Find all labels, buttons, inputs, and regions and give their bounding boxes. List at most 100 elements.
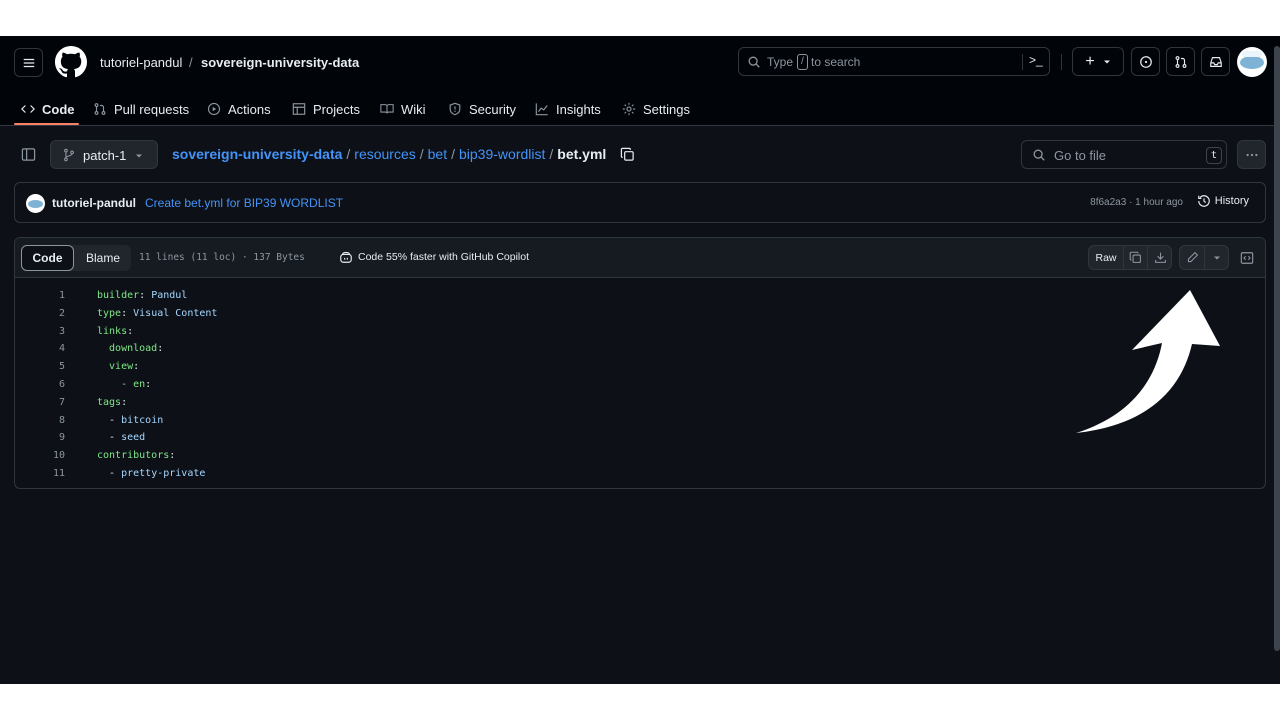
- go-to-file-shortcut: t: [1206, 147, 1223, 164]
- breadcrumb-file-name: bet.yml: [557, 146, 607, 162]
- pull-requests-button[interactable]: [1166, 47, 1195, 76]
- line-content: - bitcoin: [97, 412, 163, 430]
- search-input[interactable]: Type / to search >_: [738, 47, 1050, 76]
- search-divider: [1022, 54, 1023, 70]
- copy-icon: [1129, 251, 1141, 263]
- yaml-punctuation: :: [127, 325, 134, 337]
- yaml-key: -: [97, 432, 122, 444]
- commit-author[interactable]: tutoriel-pandul: [52, 196, 136, 210]
- header-divider: [1061, 54, 1062, 70]
- tab-wiki-label: Wiki: [401, 101, 426, 117]
- graph-icon: [535, 103, 548, 116]
- tab-code-view[interactable]: Code: [21, 245, 74, 271]
- raw-button[interactable]: Raw: [1089, 246, 1124, 269]
- line-number[interactable]: 3: [15, 323, 65, 341]
- breadcrumb-repo[interactable]: sovereign-university-data: [172, 146, 342, 162]
- yaml-key: type: [97, 307, 122, 319]
- go-to-file-placeholder: Go to file: [1054, 148, 1107, 163]
- copy-path-icon[interactable]: [620, 147, 635, 162]
- hamburger-icon: [23, 58, 34, 67]
- search-placeholder-suffix: to search: [811, 55, 861, 69]
- line-number[interactable]: 8: [15, 412, 65, 430]
- plus-icon: +: [1085, 52, 1095, 70]
- line-number[interactable]: 11: [15, 465, 65, 483]
- edit-dropdown-button[interactable]: [1205, 246, 1229, 269]
- copilot-promo[interactable]: Code 55% faster with GitHub Copilot: [339, 250, 529, 264]
- breadcrumb-bet[interactable]: bet: [428, 146, 447, 162]
- latest-commit-bar: tutoriel-pandul Create bet.yml for BIP39…: [14, 182, 1266, 223]
- chevron-down-icon: [136, 154, 142, 158]
- branch-selector[interactable]: patch-1: [50, 140, 158, 169]
- edit-file-button[interactable]: [1180, 246, 1205, 269]
- tab-actions[interactable]: Actions: [207, 94, 271, 124]
- issue-icon: [1139, 55, 1152, 68]
- page-scrollbar[interactable]: [1274, 46, 1280, 651]
- history-button[interactable]: History: [1197, 194, 1249, 208]
- yaml-key: view: [97, 361, 134, 373]
- line-number[interactable]: 2: [15, 305, 65, 323]
- issues-button[interactable]: [1131, 47, 1160, 76]
- breadcrumb-separator: /: [549, 146, 554, 162]
- tab-insights[interactable]: Insights: [535, 94, 601, 124]
- code-icon: [21, 105, 35, 113]
- line-number[interactable]: 5: [15, 358, 65, 376]
- tab-security-label: Security: [469, 101, 516, 117]
- yaml-punctuation: :: [121, 307, 134, 319]
- line-number[interactable]: 1: [15, 287, 65, 305]
- repo-separator: /: [189, 55, 193, 70]
- annotation-arrow-icon: [1076, 290, 1220, 433]
- inbox-button[interactable]: [1201, 47, 1230, 76]
- avatar[interactable]: [1237, 47, 1267, 77]
- search-icon: [1033, 149, 1045, 161]
- breadcrumb-separator: /: [419, 146, 424, 162]
- menu-button[interactable]: [14, 48, 43, 77]
- tab-code[interactable]: Code: [21, 94, 75, 124]
- breadcrumb-bip39-wordlist[interactable]: bip39-wordlist: [459, 146, 545, 162]
- edit-actions-group: [1179, 245, 1229, 270]
- commit-meta[interactable]: 8f6a2a3 · 1 hour ago: [1090, 197, 1183, 208]
- toggle-file-tree-button[interactable]: [14, 140, 43, 169]
- line-content: links:: [97, 323, 133, 341]
- breadcrumb-separator: /: [451, 146, 455, 162]
- repo-name-link[interactable]: sovereign-university-data: [201, 55, 359, 70]
- yaml-punctuation: :: [157, 343, 164, 355]
- command-palette-icon[interactable]: >_: [1029, 53, 1043, 67]
- active-tab-indicator: [14, 123, 79, 125]
- repo-owner-link[interactable]: tutoriel-pandul: [100, 55, 182, 70]
- download-raw-button[interactable]: [1148, 246, 1172, 269]
- code-view-label: Code: [32, 251, 63, 265]
- copilot-promo-label: Code 55% faster with GitHub Copilot: [358, 251, 529, 263]
- yaml-key: tags: [97, 396, 122, 408]
- line-number[interactable]: 10: [15, 447, 65, 465]
- github-logo-icon[interactable]: [55, 46, 87, 78]
- symbols-panel-button[interactable]: [1235, 245, 1259, 270]
- yaml-value: bitcoin: [121, 414, 164, 426]
- history-label: History: [1214, 195, 1249, 207]
- tab-pull-requests[interactable]: Pull requests: [93, 94, 189, 124]
- line-number[interactable]: 7: [15, 394, 65, 412]
- play-icon: [207, 102, 221, 116]
- top-header: tutoriel-pandul / sovereign-university-d…: [0, 36, 1280, 126]
- tab-security[interactable]: Security: [448, 94, 516, 124]
- copy-raw-button[interactable]: [1124, 246, 1148, 269]
- tab-settings[interactable]: Settings: [622, 94, 690, 124]
- commit-author-avatar[interactable]: [26, 194, 45, 213]
- line-number[interactable]: 9: [15, 429, 65, 447]
- line-number[interactable]: 6: [15, 376, 65, 394]
- copilot-icon: [340, 251, 352, 263]
- more-options-button[interactable]: [1237, 140, 1266, 169]
- line-number[interactable]: 4: [15, 340, 65, 358]
- yaml-key: -: [97, 468, 122, 479]
- tab-projects[interactable]: Projects: [292, 94, 360, 124]
- breadcrumb-resources[interactable]: resources: [354, 146, 415, 162]
- tab-blame-view[interactable]: Blame: [76, 245, 130, 271]
- tab-wiki[interactable]: Wiki: [380, 94, 426, 124]
- pull-request-icon: [1175, 55, 1186, 68]
- commit-message[interactable]: Create bet.yml for BIP39 WORDLIST: [145, 196, 343, 210]
- go-to-file-input[interactable]: Go to file t: [1021, 140, 1227, 169]
- kebab-horizontal-icon: [1245, 153, 1258, 156]
- create-new-button[interactable]: +: [1072, 47, 1124, 76]
- pencil-icon: [1187, 251, 1198, 263]
- search-placeholder-prefix: Type: [767, 55, 794, 69]
- yaml-punctuation: :: [145, 379, 152, 390]
